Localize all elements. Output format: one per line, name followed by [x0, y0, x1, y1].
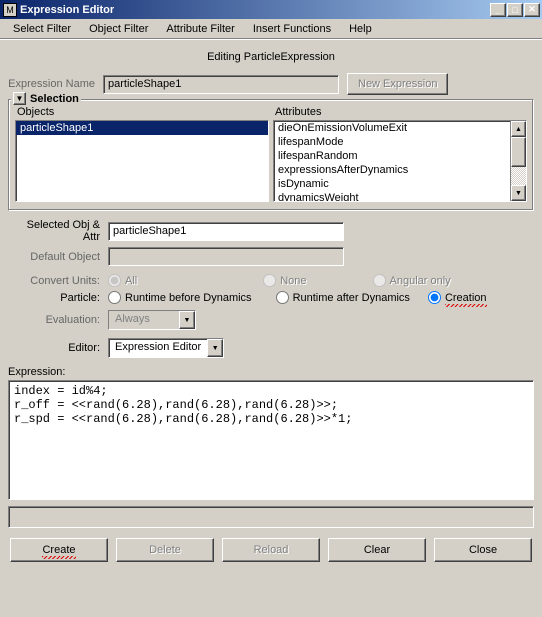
expression-textarea[interactable]: index = id%4; r_off = <<rand(6.28),rand(… [8, 380, 534, 500]
title-bar: M Expression Editor _ □ ✕ [0, 0, 542, 19]
menu-select-filter[interactable]: Select Filter [4, 21, 80, 37]
radio-runtime-before[interactable]: Runtime before Dynamics [108, 291, 252, 304]
list-item[interactable]: particleShape1 [16, 121, 268, 135]
evaluation-combo[interactable]: Always ▼ [108, 310, 196, 330]
menu-help[interactable]: Help [340, 21, 381, 37]
editor-label: Editor: [8, 342, 108, 354]
expression-label: Expression: [8, 366, 534, 378]
list-item[interactable]: dynamicsWeight [274, 191, 526, 202]
evaluation-label: Evaluation: [8, 314, 108, 326]
attributes-listbox[interactable]: dieOnEmissionVolumeExit lifespanMode lif… [273, 120, 527, 202]
expression-name-label: Expression Name [8, 78, 103, 90]
radio-creation[interactable]: Creation [428, 291, 487, 304]
list-item[interactable]: lifespanRandom [274, 149, 526, 163]
minimize-button[interactable]: _ [490, 3, 506, 17]
objects-header: Objects [15, 106, 269, 120]
scroll-up-icon[interactable]: ▲ [511, 121, 526, 137]
new-expression-button[interactable]: New Expression [347, 73, 448, 95]
list-item[interactable]: dieOnEmissionVolumeExit [274, 121, 526, 135]
scroll-down-icon[interactable]: ▼ [511, 185, 526, 201]
status-bar [8, 506, 534, 528]
reload-button[interactable]: Reload [222, 538, 320, 562]
menu-object-filter[interactable]: Object Filter [80, 21, 157, 37]
menu-insert-functions[interactable]: Insert Functions [244, 21, 340, 37]
delete-button[interactable]: Delete [116, 538, 214, 562]
selection-legend: Selection [30, 93, 79, 105]
editor-combo[interactable]: Expression Editor ▼ [108, 338, 224, 358]
create-button[interactable]: Create [10, 538, 108, 562]
radio-all[interactable]: All [108, 274, 137, 287]
clear-button[interactable]: Clear [328, 538, 426, 562]
attributes-header: Attributes [273, 106, 527, 120]
list-item[interactable]: lifespanMode [274, 135, 526, 149]
list-item[interactable]: isDynamic [274, 177, 526, 191]
convert-units-label: Convert Units: [8, 275, 108, 287]
objects-listbox[interactable]: particleShape1 [15, 120, 269, 202]
particle-label: Particle: [8, 292, 108, 304]
editing-label: Editing ParticleExpression [8, 45, 534, 73]
selected-obj-field[interactable]: particleShape1 [108, 222, 344, 241]
close-button[interactable]: Close [434, 538, 532, 562]
radio-none[interactable]: None [263, 274, 306, 287]
attributes-scrollbar[interactable]: ▲ ▼ [510, 121, 526, 201]
radio-runtime-after[interactable]: Runtime after Dynamics [276, 291, 410, 304]
menu-attribute-filter[interactable]: Attribute Filter [157, 21, 243, 37]
scroll-thumb[interactable] [511, 137, 526, 167]
maximize-button[interactable]: □ [507, 3, 523, 17]
chevron-down-icon[interactable]: ▼ [207, 339, 223, 357]
list-item[interactable]: expressionsAfterDynamics [274, 163, 526, 177]
radio-angular[interactable]: Angular only [373, 274, 451, 287]
default-object-label: Default Object [8, 251, 108, 263]
collapse-icon[interactable]: ▼ [13, 92, 26, 105]
default-object-field[interactable] [108, 247, 344, 266]
app-icon: M [3, 3, 17, 17]
close-window-button[interactable]: ✕ [524, 3, 540, 17]
expression-name-field[interactable]: particleShape1 [103, 75, 339, 94]
menu-bar: Select Filter Object Filter Attribute Fi… [0, 19, 542, 39]
selection-group: ▼ Selection Objects particleShape1 Attri… [8, 99, 534, 211]
window-title: Expression Editor [20, 4, 490, 16]
selected-obj-label: Selected Obj & Attr [8, 219, 108, 243]
chevron-down-icon[interactable]: ▼ [179, 311, 195, 329]
